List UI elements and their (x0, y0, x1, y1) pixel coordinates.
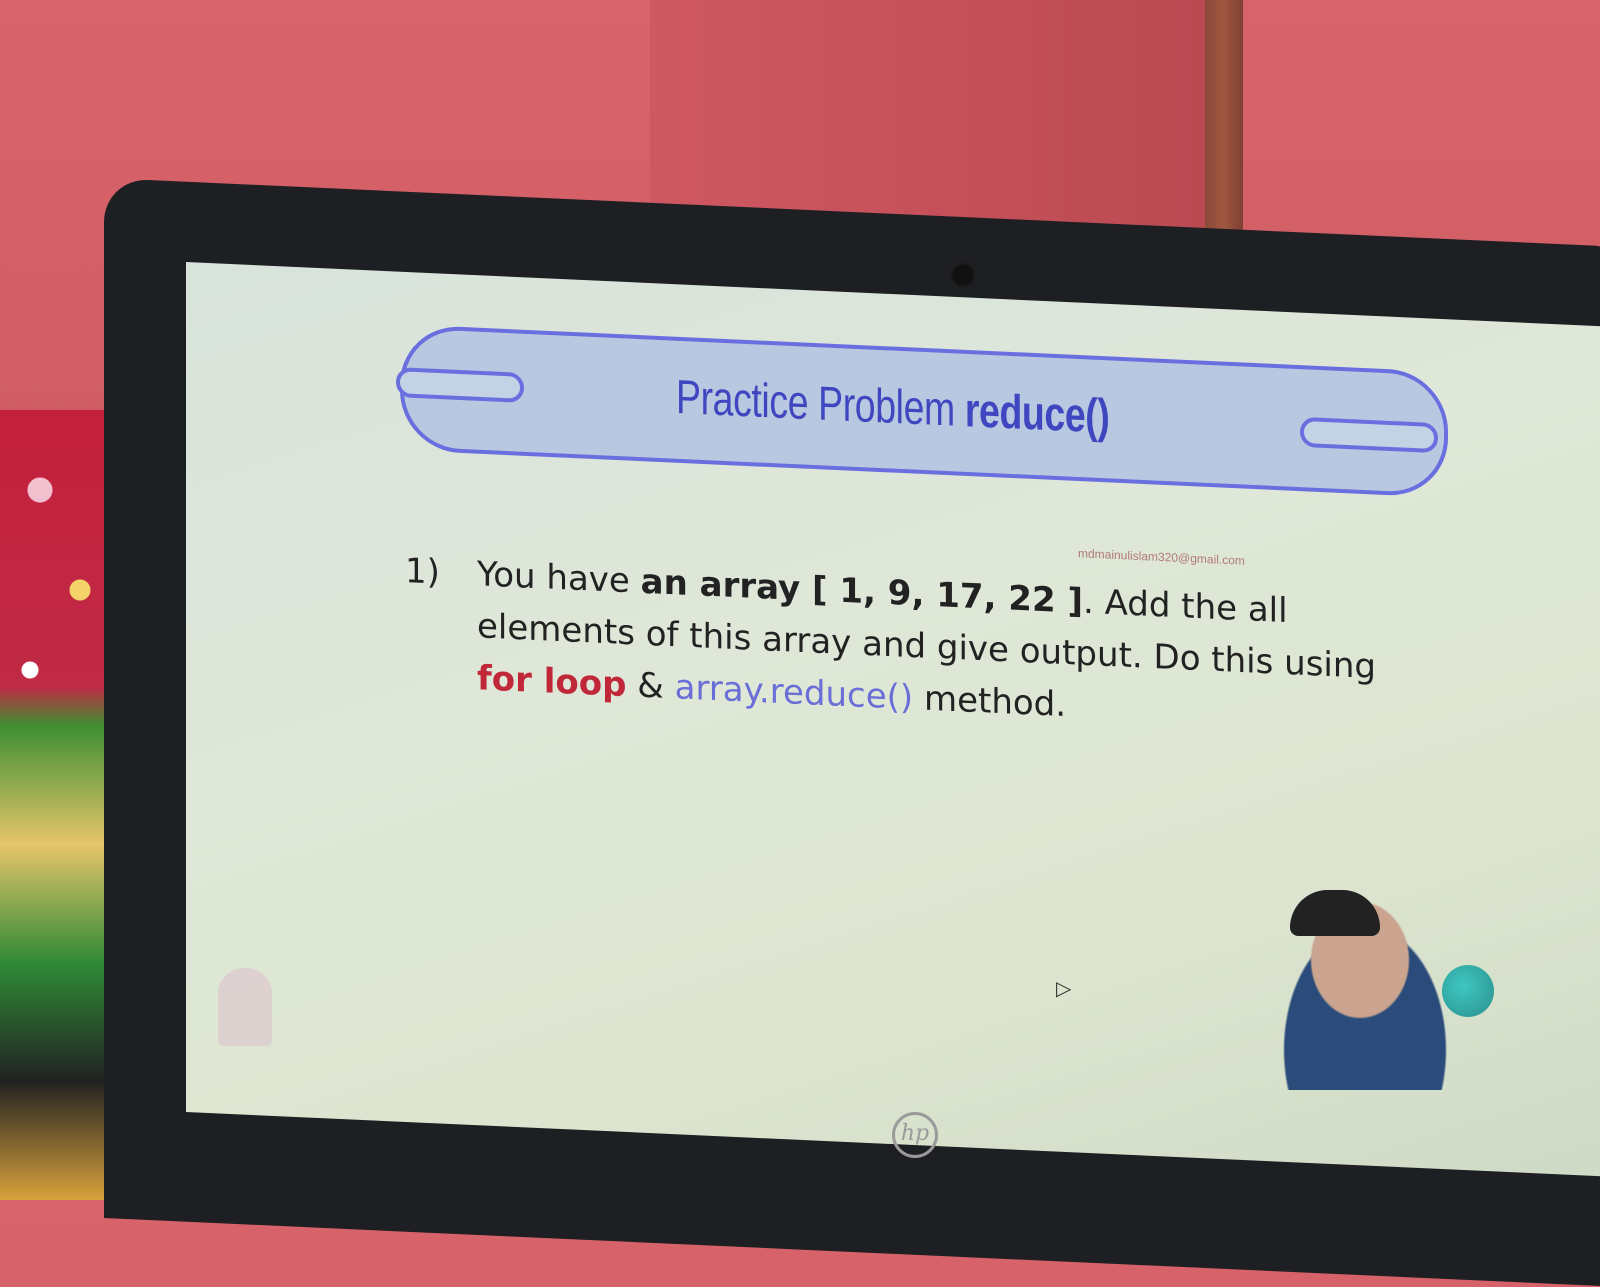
problem-array: [ 1, 9, 17, 22 ] (800, 568, 1083, 622)
ampersand: & (626, 665, 675, 708)
keyword-array-reduce: array.reduce() (674, 667, 914, 719)
cloud-wisp-left (396, 367, 524, 403)
hp-logo: hp (892, 1112, 938, 1158)
problem-number: 1) (405, 551, 440, 593)
webcam-icon (950, 262, 976, 288)
problem-method: method. (913, 678, 1067, 726)
mouse-cursor-icon: ▷ (1056, 976, 1072, 1000)
avatar-icon (218, 968, 272, 1046)
cloud-wisp-right (1300, 416, 1438, 454)
problem-text-1: You have (477, 554, 641, 602)
title-bold: reduce() (964, 384, 1110, 444)
balloon-icon (1442, 965, 1494, 1017)
keyword-for-loop: for loop (477, 658, 627, 706)
problem-text-2: an array (640, 561, 801, 609)
